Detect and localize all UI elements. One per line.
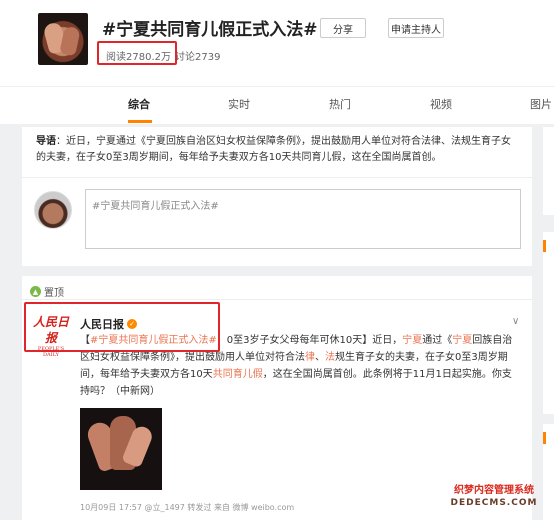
guide-text: 导语：近日，宁夏通过《宁夏回族自治区妇女权益保障条例》，提出鼓励用人单位对符合法… bbox=[36, 134, 516, 166]
user-avatar bbox=[34, 191, 72, 229]
tab-realtime[interactable]: 实时 bbox=[228, 96, 250, 112]
pin-icon: ▲ bbox=[30, 286, 41, 297]
apply-host-button[interactable]: 申请主持人 bbox=[388, 18, 444, 38]
sidebar-card-fragment bbox=[543, 232, 554, 414]
sidebar-card-fragment bbox=[543, 127, 554, 215]
keyword-highlight: 宁夏 bbox=[402, 335, 423, 346]
topic-cover-image bbox=[38, 13, 88, 65]
annotation-box-author bbox=[24, 302, 220, 352]
annotation-box-read bbox=[97, 41, 177, 65]
watermark: 织梦内容管理系统 DEDECMS.COM bbox=[438, 484, 550, 510]
share-button[interactable]: 分享 bbox=[320, 18, 366, 38]
guide-prefix: 导语 bbox=[36, 136, 56, 147]
topic-header: #宁夏共同育儿假正式入法# 分享 申请主持人 阅读2780.2万 讨论2739 综… bbox=[0, 0, 554, 124]
chevron-down-icon[interactable]: ∨ bbox=[512, 316, 519, 327]
text-fragment: ：0至3岁子女父母每年可休10天】近日， bbox=[216, 335, 403, 346]
post-meta: 10月09日 17:57 @立_1497 转发过 来自 微博 weibo.com bbox=[80, 503, 295, 512]
guide-body: ：近日，宁夏通过《宁夏回族自治区妇女权益保障条例》，提出鼓励用人单位对符合法律、… bbox=[36, 136, 511, 163]
sidebar-accent bbox=[543, 432, 546, 444]
watermark-line2: DEDECMS.COM bbox=[450, 498, 538, 508]
active-tab-indicator bbox=[128, 120, 152, 123]
tab-video[interactable]: 视频 bbox=[430, 96, 452, 112]
tab-images[interactable]: 图片 bbox=[530, 96, 552, 112]
topic-tabs: 综合 实时 热门 视频 图片 bbox=[0, 86, 554, 125]
keyword-highlight: 共同育儿假 bbox=[212, 369, 263, 380]
divider bbox=[22, 177, 532, 178]
text-fragment: 、 bbox=[315, 352, 325, 363]
compose-input[interactable]: #宁夏共同育儿假正式入法# bbox=[85, 189, 521, 249]
keyword-highlight: 律 bbox=[305, 352, 315, 363]
keyword-highlight: 法 bbox=[325, 352, 335, 363]
divider bbox=[22, 299, 532, 300]
watermark-line1: 织梦内容管理系统 bbox=[454, 485, 534, 496]
keyword-highlight: 宁夏 bbox=[452, 335, 473, 346]
tab-comprehensive[interactable]: 综合 bbox=[128, 96, 150, 112]
text-fragment: 通过《 bbox=[422, 335, 453, 346]
topic-title: #宁夏共同育儿假正式入法# bbox=[102, 20, 318, 40]
pinned-text: 置顶 bbox=[44, 288, 64, 299]
sidebar-accent bbox=[543, 240, 546, 252]
pinned-label: ▲ 置顶 bbox=[30, 284, 64, 299]
discuss-count: 讨论2739 bbox=[175, 52, 221, 63]
guide-card: 导语：近日，宁夏通过《宁夏回族自治区妇女权益保障条例》，提出鼓励用人单位对符合法… bbox=[22, 127, 532, 266]
post-image[interactable] bbox=[80, 408, 162, 490]
tab-hot[interactable]: 热门 bbox=[329, 96, 351, 112]
